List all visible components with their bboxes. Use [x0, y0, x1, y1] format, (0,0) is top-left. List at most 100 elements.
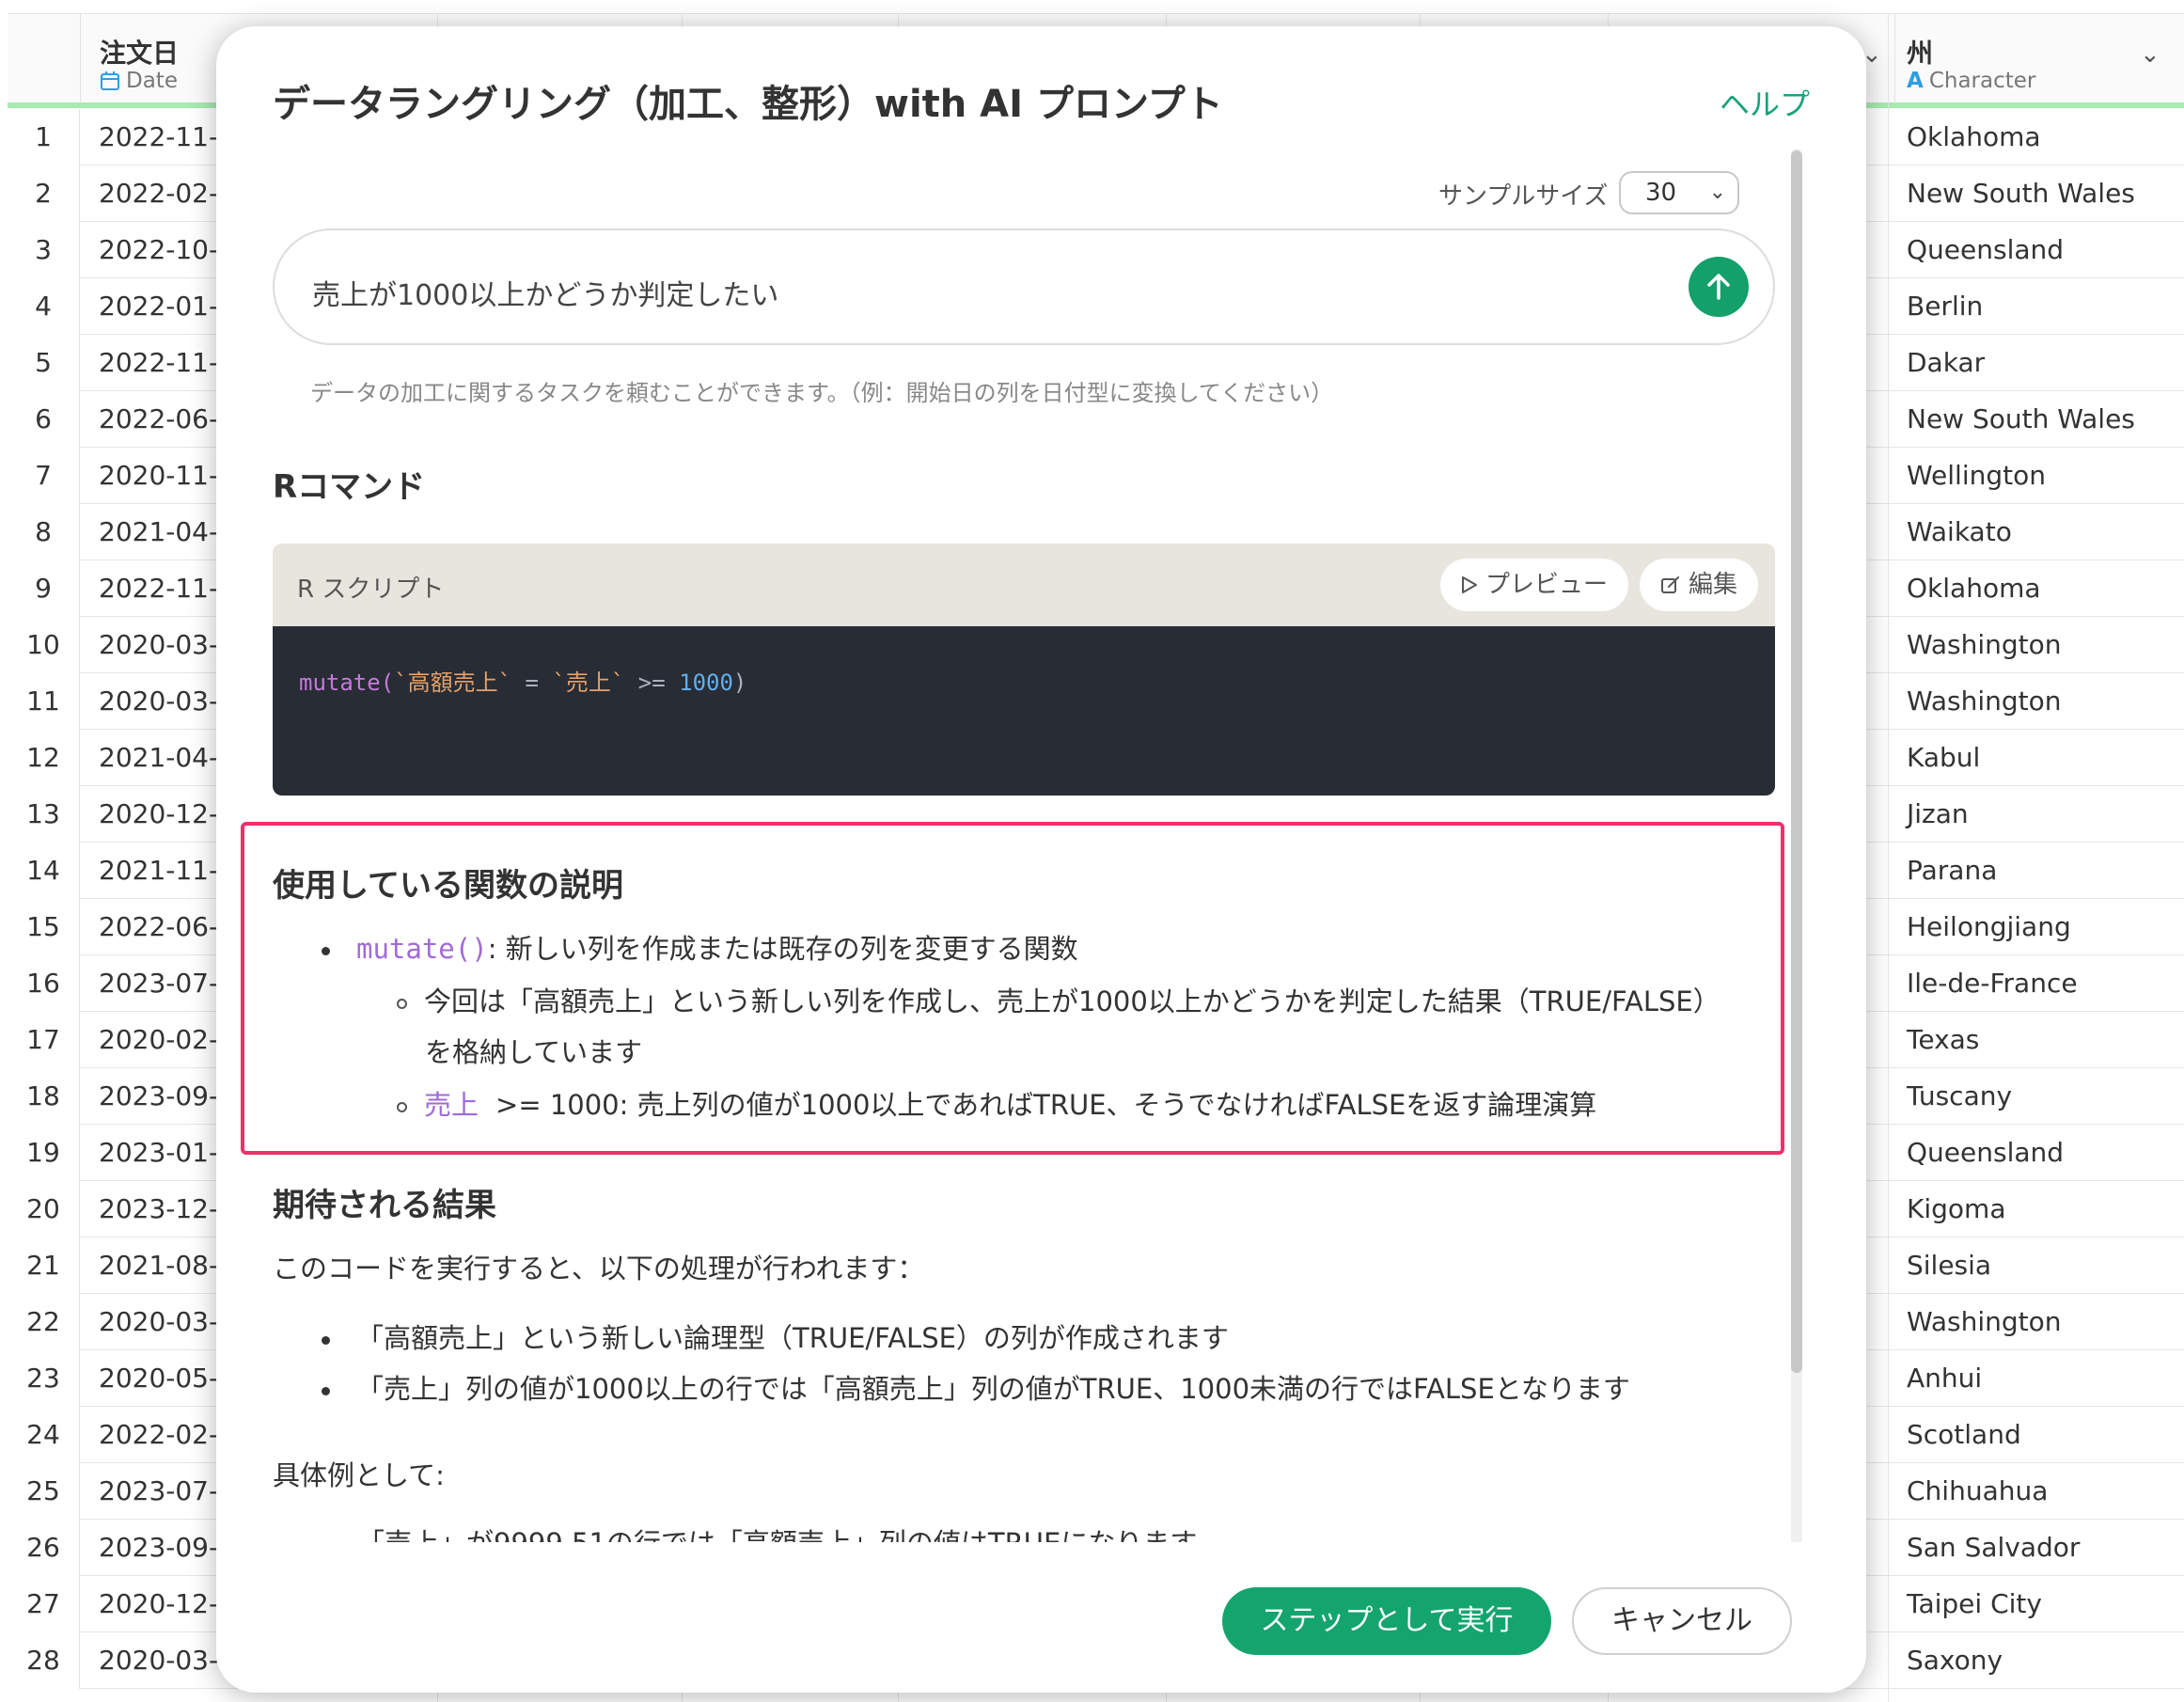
state-cell: Scotland [1907, 1419, 2021, 1450]
state-cell: Queensland [1907, 1137, 2065, 1168]
code-number: 1000 [679, 670, 733, 696]
edit-button[interactable]: 編集 [1640, 559, 1759, 611]
order-date-cell: 2022-02-2 [99, 1419, 235, 1450]
bullet-dot [322, 1386, 330, 1395]
r-script-code[interactable]: mutate(`高額売上` = `売上` >= 1000) [273, 626, 1775, 796]
row-number: 17 [8, 1012, 80, 1068]
row-number: 21 [8, 1237, 80, 1294]
state-cell: New South Wales [1907, 178, 2135, 209]
order-date-cell: 2023-07-3 [99, 968, 235, 999]
state-cell: San Salvador [1907, 1532, 2081, 1563]
column-type: Date [100, 69, 178, 93]
row-number: 13 [8, 786, 80, 843]
scrollbar-thumb[interactable] [1791, 150, 1802, 1373]
order-date-cell: 2023-07-3 [99, 1475, 235, 1506]
order-date-cell: 2021-04-1 [99, 742, 235, 773]
order-date-cell: 2022-06-0 [99, 911, 235, 942]
code-function: mutate( [299, 670, 395, 696]
state-cell: Ile-de-France [1907, 968, 2078, 999]
order-date-cell: 2020-12-1 [99, 1588, 235, 1619]
example-label: 具体例として: [273, 1459, 445, 1491]
prompt-input[interactable]: 売上が1000以上かどうか判定したい [273, 229, 1775, 345]
state-cell: Anhui [1907, 1363, 1983, 1394]
bullet-circle [397, 998, 407, 1009]
ai-wrangling-dialog: データラングリング（加工、整形）with AI プロンプト ヘルプ サンプルサイ… [216, 26, 1866, 1693]
column-type: A Character [1907, 69, 2035, 93]
cancel-button[interactable]: キャンセル [1572, 1587, 1792, 1655]
send-button[interactable] [1689, 257, 1749, 317]
result-bullet: 「高額売上」という新しい論理型（TRUE/FALSE）の列が作成されます [322, 1316, 1229, 1356]
help-link[interactable]: ヘルプ [1720, 81, 1810, 124]
order-date-cell: 2020-12-2 [99, 798, 235, 829]
state-cell: Texas [1907, 1024, 1980, 1055]
code-source-column: `売上` [552, 670, 625, 696]
state-cell: Kabul [1907, 742, 1981, 773]
row-number: 2 [8, 165, 80, 222]
preview-button[interactable]: プレビュー [1440, 559, 1629, 611]
order-date-cell: 2021-08-0 [99, 1250, 235, 1281]
order-date-cell: 2023-01-2 [99, 1137, 235, 1168]
order-date-cell: 2023-12-0 [99, 1193, 235, 1224]
state-cell: Washington [1907, 629, 2062, 660]
code-close-paren: ) [732, 670, 747, 696]
row-number: 1 [8, 109, 80, 165]
state-cell: Jizan [1907, 798, 1969, 829]
state-cell: Washington [1907, 686, 2062, 717]
code-line: mutate(`高額売上` = `売上` >= 1000) [299, 664, 746, 697]
state-cell: New South Wales [1907, 403, 2135, 434]
order-date-cell: 2022-02-0 [99, 178, 235, 209]
result-bullet: 「売上」列の値が1000以上の行では「高額売上」列の値がTRUE、1000未満の… [322, 1367, 1630, 1407]
state-cell: Parana [1907, 855, 1998, 886]
run-as-step-button[interactable]: ステップとして実行 [1222, 1587, 1551, 1655]
row-number: 24 [8, 1407, 80, 1463]
row-number: 28 [8, 1632, 80, 1689]
row-number: 23 [8, 1350, 80, 1407]
state-cell: Washington [1907, 1306, 2062, 1337]
state-cell: Oklahoma [1907, 573, 2041, 604]
state-cell: Silesia [1907, 1250, 1992, 1281]
column-header-state[interactable]: 州 A Character ⌄ [1888, 14, 2184, 103]
row-number: 18 [8, 1068, 80, 1125]
column-type-label: Date [126, 69, 178, 93]
calendar-icon [101, 71, 119, 90]
r-command-title: Rコマンド [273, 468, 426, 506]
function-explanation-title: 使用している関数の説明 [273, 867, 623, 905]
row-number: 20 [8, 1181, 80, 1237]
state-cell: Oklahoma [1907, 121, 2041, 152]
function-name: mutate() [356, 933, 488, 965]
row-number: 27 [8, 1576, 80, 1632]
state-cell: Wellington [1907, 460, 2046, 491]
state-cell: Queensland [1907, 234, 2065, 265]
row-number: 10 [8, 617, 80, 673]
order-date-cell: 2022-01-2 [99, 291, 235, 322]
row-number: 5 [8, 335, 80, 391]
arrow-up-icon [1707, 274, 1730, 300]
order-date-cell: 2020-03-0 [99, 1306, 235, 1337]
explain-bullet: mutate(): 新しい列を作成または既存の列を変更する関数 [322, 927, 1078, 967]
explain-sub1-line1: 今回は「高額売上」という新しい列を作成し、売上が1000以上かどうかを判定した結… [424, 985, 1720, 1017]
edit-icon [1661, 576, 1679, 593]
order-date-cell: 2022-06-2 [99, 403, 235, 434]
state-cell: Taipei City [1907, 1588, 2042, 1619]
order-date-cell: 2020-05-0 [99, 1363, 235, 1394]
row-number: 3 [8, 222, 80, 278]
row-number: 14 [8, 843, 80, 899]
explain-sub-bullet-continuation: を格納しています [425, 1036, 643, 1068]
order-date-cell: 2020-03-0 [99, 686, 235, 717]
order-date-cell: 2022-11-0 [99, 347, 235, 378]
prompt-input-value: 売上が1000以上かどうか判定したい [312, 279, 779, 312]
column-reference: 売上 [424, 1089, 479, 1121]
function-description: : 新しい列を作成または既存の列を変更する関数 [487, 933, 1078, 965]
order-date-cell: 2021-11-1 [99, 855, 235, 886]
state-cell: Kigoma [1907, 1193, 2006, 1224]
chevron-down-icon[interactable]: ⌄ [2140, 40, 2160, 69]
row-number-header [8, 14, 81, 103]
sample-size-value: 30 [1645, 179, 1677, 207]
sample-size-select[interactable]: 30 ⌄ [1619, 171, 1739, 214]
state-cell: Tuscany [1907, 1080, 2013, 1111]
row-number: 7 [8, 448, 80, 504]
explain-sub-bullet: 今回は「高額売上」という新しい列を作成し、売上が1000以上かどうかを判定した結… [397, 980, 1720, 1019]
state-cell: Berlin [1907, 291, 1984, 322]
play-icon [1462, 576, 1477, 593]
r-script-header: R スクリプト プレビュー 編集 [273, 544, 1775, 626]
